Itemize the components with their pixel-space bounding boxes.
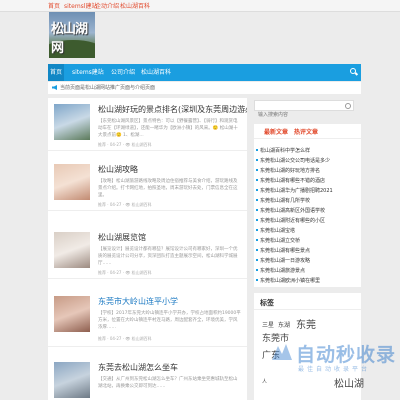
top-link-wiki[interactable]: 松山湖百科 [120,1,150,10]
tab-hot[interactable]: 热评文章 [294,127,318,136]
magnifier-icon [345,102,351,109]
nav-item-home[interactable]: 首页 [48,64,64,81]
top-link-sitems[interactable]: sitemsl建站 [64,1,97,10]
post-title[interactable]: 松山湖好玩的景点排名(深圳及东莞周边游必看) [98,104,247,115]
post-excerpt: 【展览设计】展览设计都有哪些？展馆设计公司有哪家好，深圳一个优质的展览设计公司分… [98,247,238,266]
post-meta: 推荐 · 04-27 · 👁 松山湖百科 [98,336,152,341]
post-thumbnail[interactable] [54,362,90,398]
tag-link[interactable]: 东莞 [296,316,316,331]
post-excerpt: 【攻略】松山湖旅游路线攻略及周边住宿推荐与美食介绍，游玩路线及景点介绍。打卡网红… [98,179,238,198]
article-link[interactable]: 东莞松山湖华为广播剧招聘2021 [256,187,333,194]
logo-text: 松山湖网 [51,22,88,56]
tag-link[interactable]: 东湖 [278,320,290,329]
tag-link[interactable]: 松山湖 [334,375,364,390]
article-link[interactable]: 东莞松山湖宝塔 [255,227,295,234]
article-link[interactable]: 东莞松山湖有哪些景点 [255,247,310,254]
notice-text: 当前页面是松山湖网站推广页面与介绍页面 [60,85,156,91]
post-title[interactable]: 松山湖攻略 [98,164,138,175]
list-item[interactable]: 东莞市大岭山连平小学 【学校】2017年东莞大岭山镇连平小学开办，学校占地面积约… [48,290,247,347]
post-excerpt: 【交通】从广州到东莞松山湖怎么坐车？广州东站乘坐莞惠城轨至松山湖北站，再换乘公交… [98,377,238,389]
main-nav: 首页 sitems建站 公司介绍 松山湖百科 [48,64,361,81]
post-excerpt: 【东莞松山湖风景区】景点特色：可以【野餐露营】、【骑行】和观赏电动车在【环湖绿道… [98,119,238,138]
list-item[interactable]: 松山湖好玩的景点排名(深圳及东莞周边游必看) 【东莞松山湖风景区】景点特色：可以… [48,98,247,151]
article-link[interactable]: 东莞松山湖附近有哪些的小区 [255,217,325,224]
list-item[interactable]: 东莞去松山湖怎么坐车 【交通】从广州到东莞松山湖怎么坐车？广州东站乘坐莞惠城轨至… [48,356,247,400]
tag-link[interactable]: 三星 [262,320,274,329]
article-link[interactable]: 东莞松山湖高新区外国语学校 [255,207,325,214]
sidebar-search [254,100,354,120]
nav-item-sitems[interactable]: sitems建站 [72,64,104,81]
tag-link[interactable]: 东莞市 [262,331,289,344]
article-link[interactable]: 东莞松山湖有几所学校 [255,197,310,204]
tag-link[interactable]: 人 [262,378,267,385]
search-input[interactable] [255,110,339,120]
post-excerpt: 【学校】2017年东莞大岭山镇连平小学开办，学校占地面积约19000平方米，位置… [98,311,241,330]
search-icon[interactable] [350,68,356,74]
post-thumbnail[interactable] [54,232,90,268]
nav-item-company[interactable]: 公司介绍 [111,64,135,81]
article-link[interactable]: 东莞松山湖旅游景点 [255,267,305,274]
volume-icon [52,85,57,90]
tag-link[interactable]: 广东 [262,348,280,361]
article-link[interactable]: 东莞松山湖欧洲小镇在哪里 [255,277,320,284]
post-thumbnail[interactable] [54,104,90,140]
nav-item-wiki[interactable]: 松山湖百科 [141,64,171,81]
list-item[interactable]: 松山湖攻略 【攻略】松山湖旅游路线攻略及周边住宿推荐与美食介绍，游玩路线及景点介… [48,158,247,211]
post-thumbnail[interactable] [54,296,90,332]
article-link[interactable]: 东莞松山湖公交公司电话是多少 [255,157,330,164]
search-button[interactable] [343,101,353,110]
article-link[interactable]: 东莞松山湖立交桥 [255,237,300,244]
top-link-company[interactable]: 企动介绍 [95,1,119,10]
tag-cloud-panel: 标签 三星 东湖 东莞 东莞市 广东 人 松山湖 [254,293,364,400]
post-list: 松山湖好玩的景点排名(深圳及东莞周边游必看) 【东莞松山湖风景区】景点特色：可以… [48,98,247,400]
article-link[interactable]: 松山湖百科中学怎么样 [255,147,310,154]
post-thumbnail[interactable] [54,164,90,200]
tab-latest[interactable]: 最新文章 [264,127,288,136]
post-title[interactable]: 松山湖展览馆 [98,232,146,243]
post-title[interactable]: 东莞去松山湖怎么坐车 [98,362,178,373]
top-bar: 首页 sitemsl建站 企动介绍 松山湖百科 [0,0,400,12]
post-title[interactable]: 东莞市大岭山连平小学 [98,296,178,307]
top-link-home[interactable]: 首页 [48,1,60,10]
post-meta: 推荐 · 04-27 · 👁 松山湖百科 [98,142,152,147]
post-meta: 推荐 · 04-27 · 👁 松山湖百科 [98,270,152,275]
post-meta: 推荐 · 04-27 · 👁 松山湖百科 [98,202,152,207]
divider [254,309,361,310]
article-link[interactable]: 东莞松山湖有哪些不错的酒店 [255,177,325,184]
site-logo[interactable]: 松山湖网 [49,12,95,58]
panel-tabs: 最新文章 热评文章 [254,124,361,139]
article-panel: 最新文章 热评文章 松山湖百科中学怎么样 东莞松山湖公交公司电话是多少 东莞松山… [254,124,361,287]
list-item[interactable]: 松山湖展览馆 【展览设计】展览设计都有哪些？展馆设计公司有哪家好，深圳一个优质的… [48,226,247,279]
notice-bar: 当前页面是松山湖网站推广页面与介绍页面 [48,82,361,94]
tags-heading: 标签 [260,299,274,307]
article-link[interactable]: 东莞松山湖的好玩地方排名 [255,167,320,174]
article-link[interactable]: 东莞松山湖一日游攻略 [255,257,310,264]
